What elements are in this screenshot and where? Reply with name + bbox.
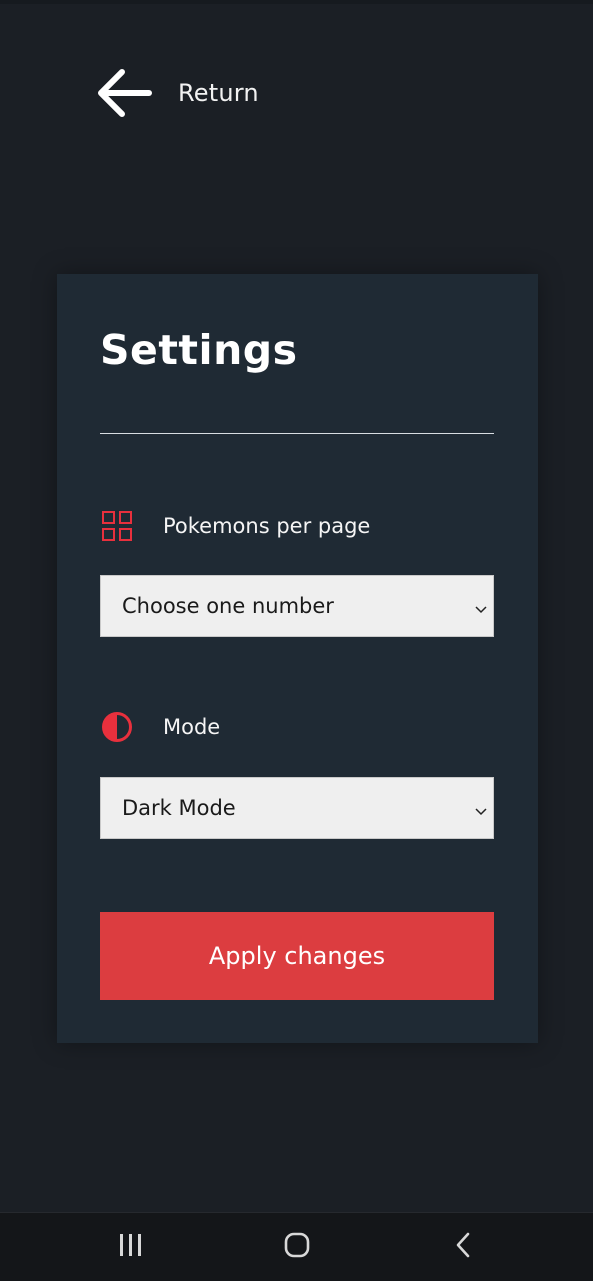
divider	[100, 433, 494, 434]
mode-select[interactable]: Dark Mode	[100, 777, 494, 839]
back-button[interactable]	[443, 1229, 483, 1265]
mode-label: Mode	[163, 715, 221, 739]
grid-icon	[100, 509, 134, 543]
mode-label-row: Mode	[100, 709, 220, 745]
per-page-select[interactable]: Choose one number	[100, 575, 494, 637]
per-page-label: Pokemons per page	[163, 514, 371, 538]
per-page-selected-value: Choose one number	[122, 594, 334, 618]
status-bar	[0, 0, 593, 4]
mode-selected-value: Dark Mode	[122, 796, 236, 820]
home-button[interactable]	[277, 1229, 317, 1265]
apply-changes-button[interactable]: Apply changes	[100, 912, 494, 1000]
contrast-icon	[100, 710, 134, 744]
arrow-left-icon	[96, 68, 152, 118]
recent-apps-icon	[118, 1233, 144, 1261]
settings-card: Settings Pokemons per page Choose one nu…	[57, 274, 538, 1043]
return-link[interactable]: Return	[96, 64, 259, 122]
chevron-down-icon	[475, 600, 487, 619]
system-nav-bar	[0, 1212, 593, 1281]
page-title: Settings	[100, 326, 298, 374]
chevron-down-icon	[475, 802, 487, 821]
recent-apps-button[interactable]	[111, 1229, 151, 1265]
chevron-left-icon	[453, 1231, 473, 1263]
return-label: Return	[178, 79, 259, 107]
per-page-label-row: Pokemons per page	[100, 508, 370, 544]
home-circle-icon	[283, 1231, 311, 1263]
